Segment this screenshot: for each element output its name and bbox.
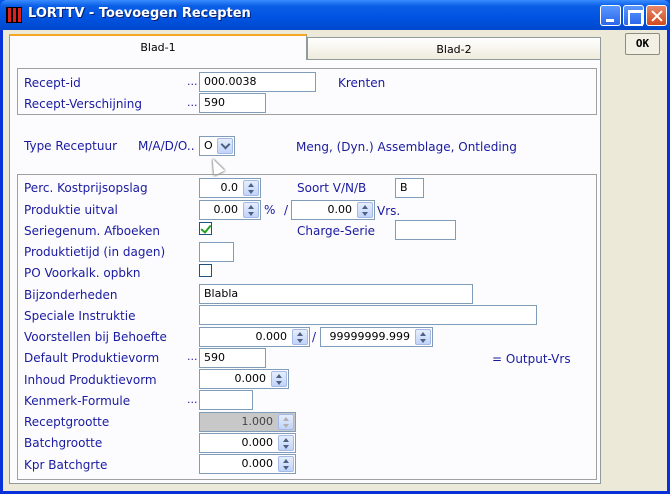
voorstellen-min-field[interactable]: 0.000 — [199, 327, 310, 347]
window-title: LORTTV - Toevoegen Recepten — [28, 6, 251, 21]
soort-vnb-label: Soort V/N/B — [297, 181, 367, 195]
type-receptuur-description: Meng, (Dyn.) Assemblage, Ontleding — [296, 140, 517, 154]
title-bar[interactable]: LORTTV - Toevoegen Recepten — [0, 0, 670, 30]
close-button[interactable] — [646, 5, 667, 26]
perc-kostprijsopslag-value: 0.0 — [220, 181, 239, 194]
default-produktievorm-field[interactable]: 590 — [199, 348, 266, 368]
inhoud-produktievorm-value: 0.000 — [234, 372, 267, 385]
recept-verschijning-label: Recept-Verschijning — [24, 97, 142, 111]
spin-icon[interactable] — [243, 180, 259, 196]
seriegenum-afboeken-label: Seriegenum. Afboeken — [24, 224, 161, 238]
charge-serie-label: Charge-Serie — [297, 224, 376, 238]
slash-separator: / — [284, 203, 289, 217]
spin-icon[interactable] — [292, 329, 308, 345]
chevron-down-icon[interactable] — [217, 138, 233, 154]
inhoud-produktievorm-label: Inhoud Produktievorm — [24, 373, 157, 387]
voorstellen-max-field[interactable]: 99999999.999 — [320, 327, 433, 347]
speciale-instructie-field[interactable] — [199, 305, 537, 325]
spin-icon[interactable] — [271, 371, 287, 387]
kpr-batchgrte-field[interactable]: 0.000 — [199, 454, 296, 474]
perc-kostprijsopslag-field[interactable]: 0.0 — [199, 178, 261, 198]
produktie-uitval-vrs-field[interactable]: 0.00 — [291, 200, 375, 220]
slash-separator: / — [312, 330, 317, 344]
speciale-instructie-label: Speciale Instruktie — [24, 309, 136, 323]
type-receptuur-select[interactable]: O — [199, 136, 235, 156]
kenmerk-formule-lookup-dots[interactable]: ... — [187, 394, 198, 406]
spin-icon[interactable] — [357, 202, 373, 218]
produktie-uitval-pct-value: 0.00 — [213, 203, 239, 216]
spin-icon[interactable] — [243, 202, 259, 218]
spin-icon — [278, 414, 294, 430]
receptgrootte-label: Receptgrootte — [24, 415, 110, 429]
default-produktievorm-description: = Output-Vrs — [492, 352, 571, 366]
seriegenum-afboeken-checkbox[interactable] — [199, 222, 212, 235]
batchgrootte-value: 0.000 — [241, 436, 274, 449]
produktie-uitval-vrs-value: 0.00 — [327, 203, 353, 216]
kpr-batchgrte-value: 0.000 — [241, 457, 274, 470]
kenmerk-formule-label: Kenmerk-Formule — [24, 394, 131, 408]
inhoud-produktievorm-field[interactable]: 0.000 — [199, 369, 289, 389]
default-produktievorm-lookup-dots[interactable]: ... — [187, 351, 198, 363]
vrs-unit: Vrs. — [377, 204, 401, 218]
ok-button[interactable]: OK — [625, 33, 660, 55]
kenmerk-formule-field[interactable] — [199, 390, 253, 410]
bijzonderheden-label: Bijzonderheden — [24, 288, 118, 302]
voorstellen-min-value: 0.000 — [255, 330, 288, 343]
batchgrootte-field[interactable]: 0.000 — [199, 433, 296, 453]
batchgrootte-label: Batchgrootte — [24, 436, 103, 450]
spin-icon[interactable] — [278, 435, 294, 451]
produktie-uitval-label: Produktie uitval — [24, 203, 118, 217]
po-voorkalk-label: PO Voorkalk. opbkn — [24, 266, 141, 280]
recept-id-description: Krenten — [338, 76, 386, 90]
spin-icon[interactable] — [415, 329, 431, 345]
charge-serie-field[interactable] — [395, 220, 456, 240]
recept-id-label: Recept-id — [24, 76, 81, 90]
bijzonderheden-field[interactable]: Blabla — [199, 284, 473, 304]
recept-verschijning-field[interactable]: 590 — [199, 93, 266, 113]
spin-icon[interactable] — [278, 456, 294, 472]
produktietijd-label: Produktietijd (in dagen) — [24, 245, 166, 259]
percent-sign: % — [264, 203, 276, 217]
type-receptuur-sublabel: M/A/D/O.. — [138, 139, 195, 153]
app-icon — [6, 7, 22, 23]
voorstellen-max-value: 99999999.999 — [329, 330, 410, 343]
maximize-button[interactable] — [623, 5, 644, 26]
kpr-batchgrte-label: Kpr Batchgrte — [24, 458, 108, 472]
receptgrootte-value: 1.000 — [241, 415, 274, 428]
type-receptuur-value: O — [204, 139, 213, 152]
tab-blad-1[interactable]: Blad-1 — [9, 34, 307, 60]
recept-id-lookup-dots[interactable]: ... — [187, 76, 198, 88]
default-produktievorm-label: Default Produktievorm — [24, 351, 160, 365]
receptgrootte-field: 1.000 — [199, 412, 296, 432]
po-voorkalk-checkbox[interactable] — [199, 264, 212, 277]
recept-id-field[interactable]: 000.0038 — [199, 72, 316, 92]
perc-kostprijsopslag-label: Perc. Kostprijsopslag — [24, 181, 148, 195]
minimize-button[interactable] — [600, 5, 621, 26]
soort-vnb-field[interactable]: B — [395, 178, 424, 198]
produktie-uitval-pct-field[interactable]: 0.00 — [199, 200, 261, 220]
recept-verschijning-lookup-dots[interactable]: ... — [187, 97, 198, 109]
produktietijd-field[interactable] — [199, 242, 234, 262]
type-receptuur-label: Type Receptuur — [24, 139, 118, 153]
voorstellen-bij-behoefte-label: Voorstellen bij Behoefte — [24, 330, 167, 344]
